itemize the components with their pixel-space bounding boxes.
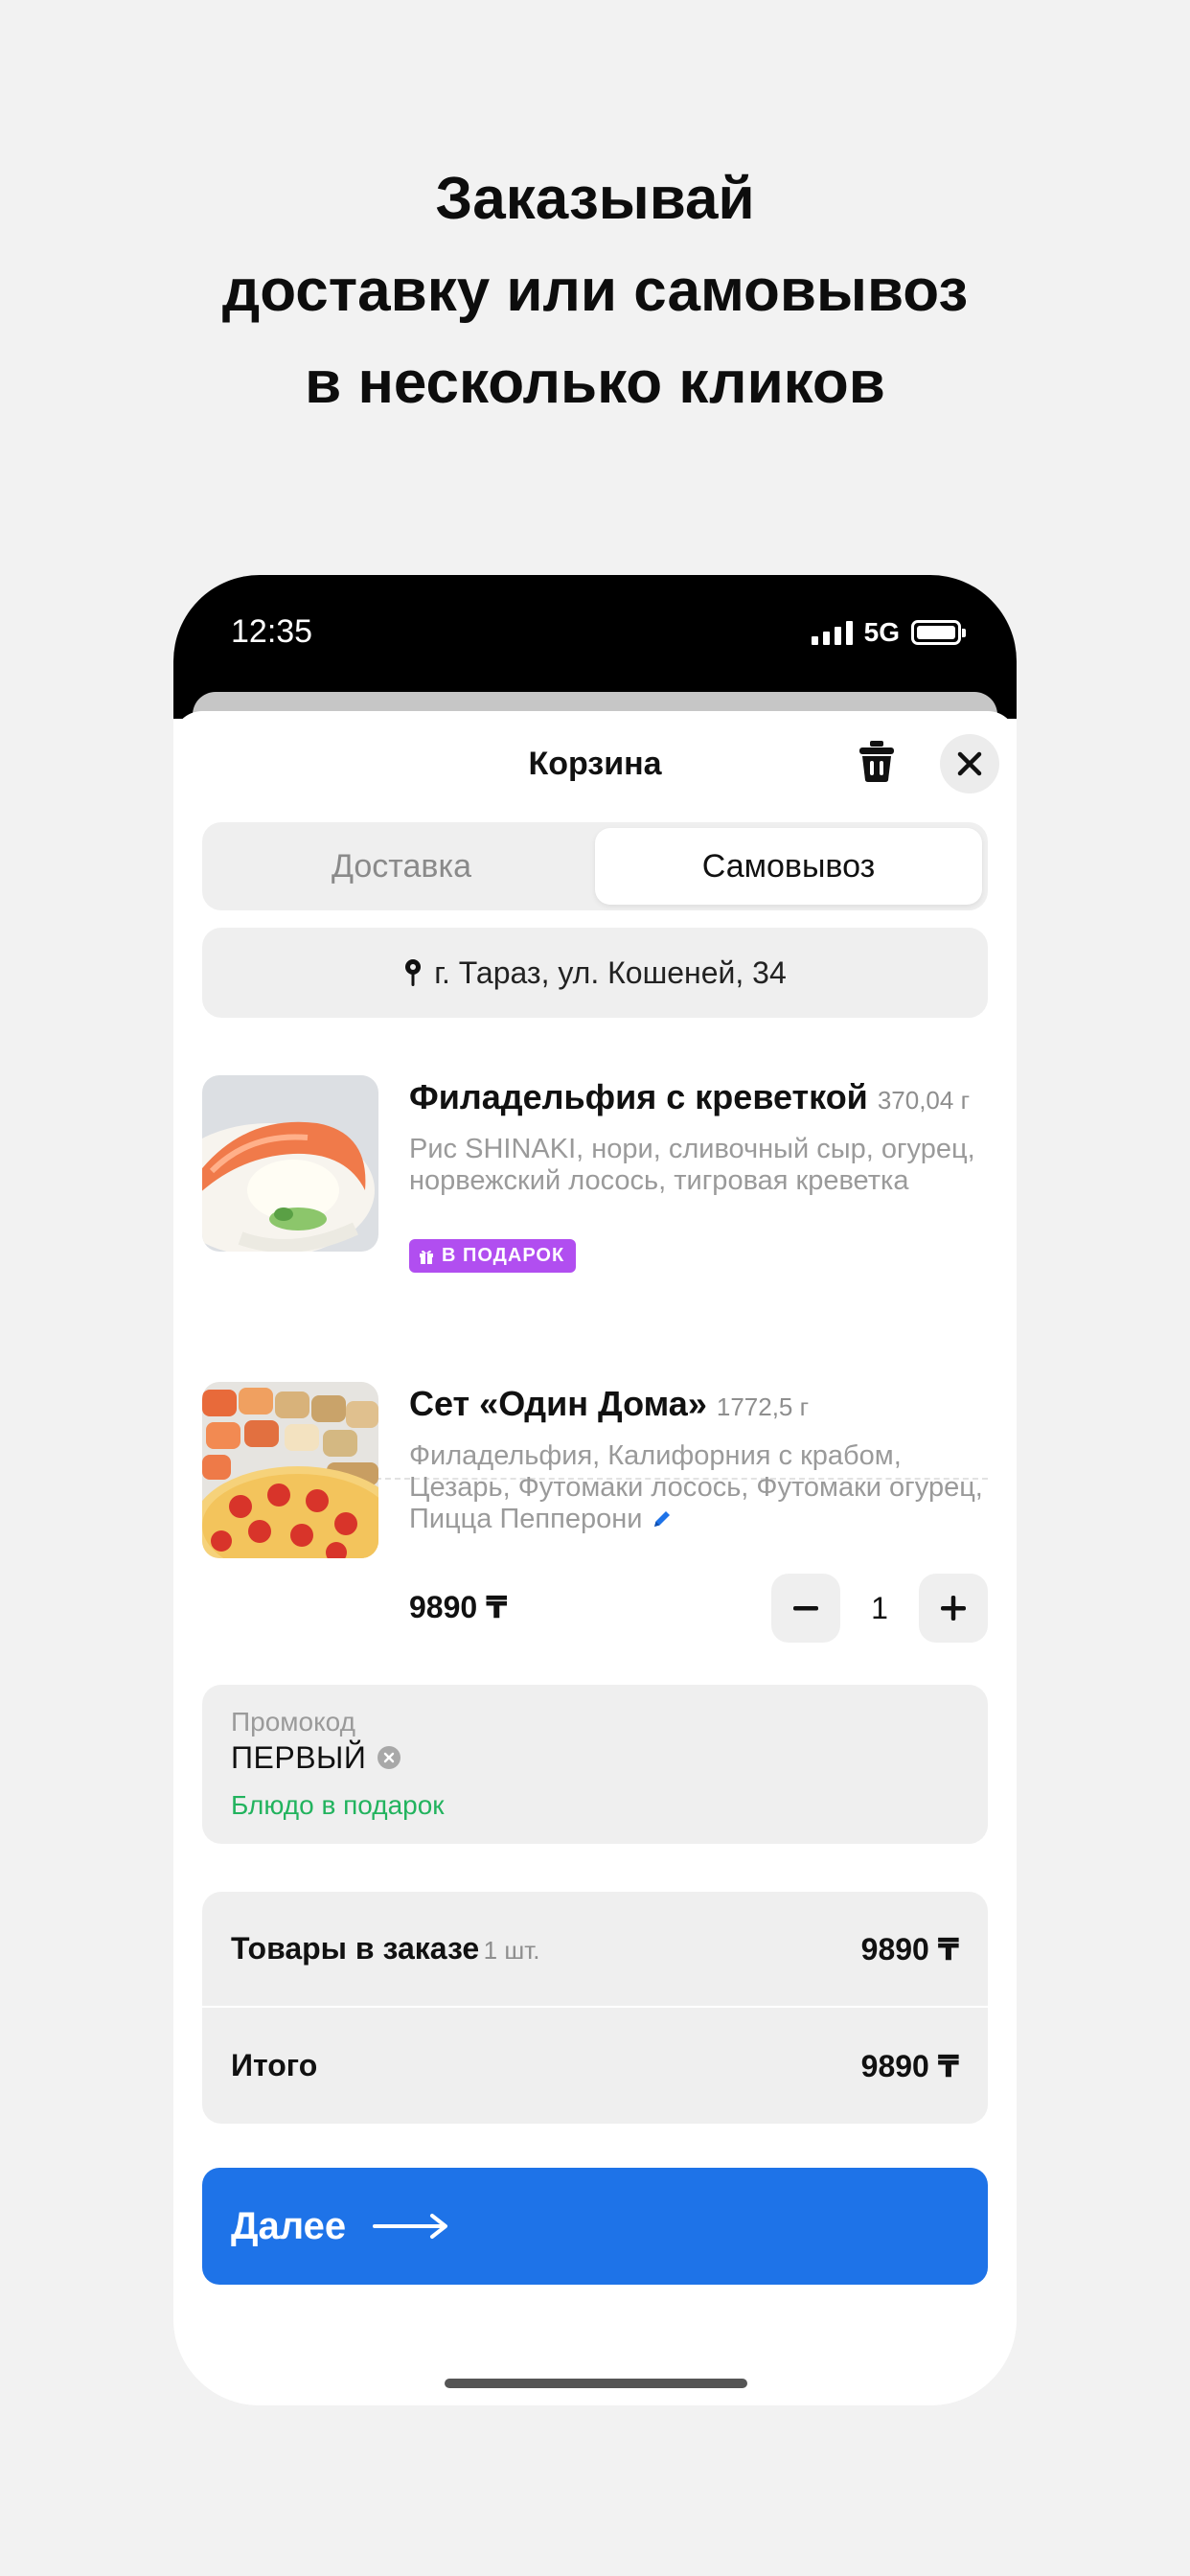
increase-button[interactable] xyxy=(919,1574,988,1643)
item-info: Сет «Один Дома» 1772,5 г Филадельфия, Ка… xyxy=(409,1382,988,1535)
cart-item: Филадельфия с креветкой 370,04 г Рис SHI… xyxy=(202,1075,988,1363)
headline-line-1: Заказывай xyxy=(435,166,755,232)
cart-header: Корзина xyxy=(173,711,1017,816)
clear-promo-icon[interactable] xyxy=(378,1746,401,1769)
location-pin-icon xyxy=(405,959,422,986)
headline-line-2: доставку или самовывоз xyxy=(221,258,969,324)
item-title: Филадельфия с креветкой xyxy=(409,1077,868,1116)
edit-pencil-icon[interactable] xyxy=(651,1507,674,1530)
quantity-value: 1 xyxy=(871,1590,888,1625)
tab-pickup[interactable]: Самовывоз xyxy=(595,828,982,905)
plus-icon xyxy=(941,1596,966,1621)
next-button[interactable]: Далее xyxy=(202,2168,988,2285)
item-title: Сет «Один Дома» xyxy=(409,1384,707,1423)
summary-total-label: Итого xyxy=(231,2048,318,2082)
item-description-text: Филадельфия, Калифорния с крабом, Цезарь… xyxy=(409,1440,983,1534)
promo-code-row: ПЕРВЫЙ xyxy=(231,1738,959,1777)
item-price: 9890 ₸ xyxy=(409,1590,508,1624)
status-indicators: 5G xyxy=(811,617,966,648)
network-type: 5G xyxy=(863,617,900,647)
minus-icon xyxy=(793,1606,818,1611)
trash-icon[interactable] xyxy=(856,738,898,784)
cart-item: Сет «Один Дома» 1772,5 г Филадельфия, Ка… xyxy=(202,1382,988,1650)
promo-result: Блюдо в подарок xyxy=(231,1790,445,1820)
summary-items-label: Товары в заказе xyxy=(231,1931,480,1966)
gift-badge-label: В ПОДАРОК xyxy=(442,1245,565,1266)
delivery-mode-switch: Доставка Самовывоз xyxy=(202,822,988,910)
battery-icon xyxy=(911,620,966,645)
close-icon xyxy=(957,751,982,776)
item-image-set xyxy=(202,1382,378,1558)
pickup-address[interactable]: г. Тараз, ул. Кошеней, 34 xyxy=(202,928,988,1018)
arrow-right-icon xyxy=(373,2214,448,2239)
summary-items-total: 9890 ₸ xyxy=(860,1931,959,1966)
address-text: г. Тараз, ул. Кошеней, 34 xyxy=(434,954,787,990)
cart-sheet: Корзина Доставка Самовывоз г. Тараз, ул.… xyxy=(173,711,1017,2405)
summary-total-row: Итого 9890 ₸ xyxy=(202,2008,988,2124)
summary-items-row: Товары в заказе 1 шт. 9890 ₸ xyxy=(202,1892,988,2008)
promo-label: Промокод xyxy=(231,1707,355,1736)
item-description: Филадельфия, Калифорния с крабом, Цезарь… xyxy=(409,1440,988,1535)
quantity-stepper: 1 xyxy=(771,1574,988,1643)
promo-headline: Заказывай доставку или самовывоз в неско… xyxy=(0,153,1190,429)
headline-line-3: в несколько кликов xyxy=(305,350,885,416)
summary-items-count: 1 шт. xyxy=(483,1936,540,1965)
promo-code-field[interactable]: Промокод ПЕРВЫЙ Блюдо в подарок xyxy=(202,1685,988,1844)
item-weight: 1772,5 г xyxy=(716,1392,810,1421)
order-summary: Товары в заказе 1 шт. 9890 ₸ Итого 9890 … xyxy=(202,1892,988,2124)
status-time: 12:35 xyxy=(231,613,313,650)
item-weight: 370,04 г xyxy=(877,1086,971,1115)
close-button[interactable] xyxy=(940,734,999,794)
next-button-label: Далее xyxy=(231,2204,347,2247)
item-description: Рис SHINAKI, нори, сливочный сыр, огурец… xyxy=(409,1134,975,1196)
tab-delivery[interactable]: Доставка xyxy=(208,828,595,905)
summary-total-value: 9890 ₸ xyxy=(860,2048,959,2083)
signal-icon xyxy=(811,620,853,645)
gift-icon xyxy=(420,1250,433,1264)
phone-frame: 12:35 5G Корзина Доставка Самовывоз г. Т… xyxy=(173,575,1017,2405)
home-indicator xyxy=(445,2379,747,2388)
gift-badge: В ПОДАРОК xyxy=(409,1239,577,1273)
decrease-button[interactable] xyxy=(771,1574,840,1643)
item-title-line: Филадельфия с креветкой 370,04 г xyxy=(409,1075,988,1122)
item-title-line: Сет «Один Дома» 1772,5 г xyxy=(409,1382,988,1429)
summary-items-label-group: Товары в заказе 1 шт. xyxy=(231,1931,539,1966)
item-info: Филадельфия с креветкой 370,04 г Рис SHI… xyxy=(409,1075,988,1273)
item-image-philadelphia xyxy=(202,1075,378,1252)
promo-code-value: ПЕРВЫЙ xyxy=(231,1740,367,1775)
